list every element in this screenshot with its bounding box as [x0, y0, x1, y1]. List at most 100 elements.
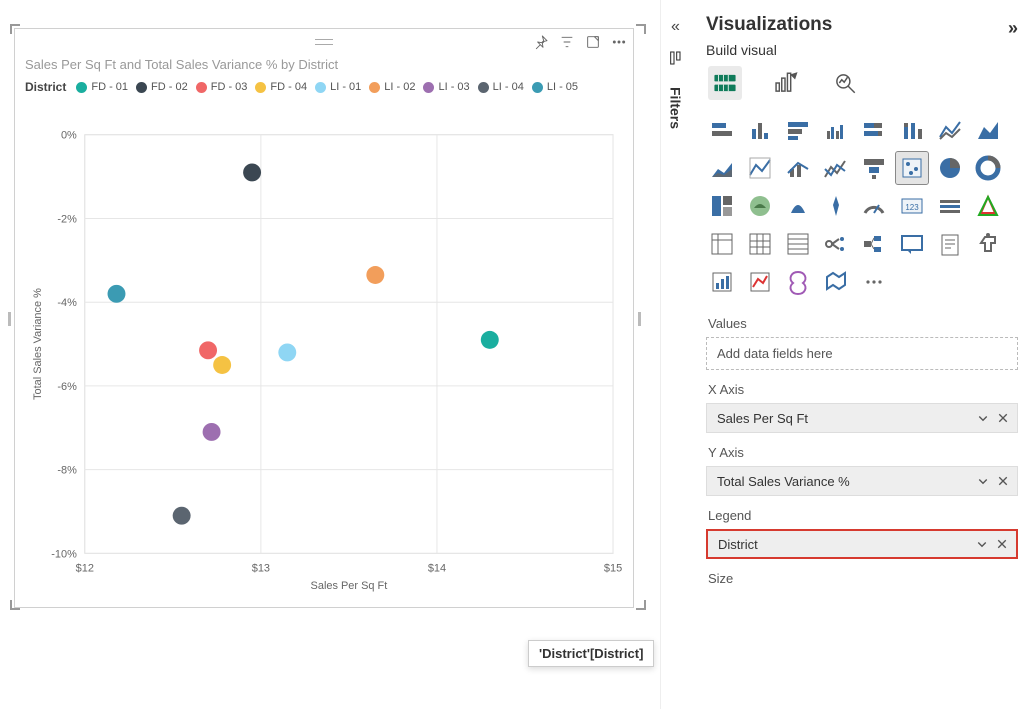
gallery-visual-16[interactable] [706, 190, 738, 222]
gallery-visual-2[interactable] [782, 114, 814, 146]
gallery-visual-22[interactable] [934, 190, 966, 222]
gallery-visual-30[interactable] [934, 228, 966, 260]
legend-item[interactable]: LI - 03 [423, 81, 469, 93]
data-point[interactable] [203, 423, 221, 441]
legend-item[interactable]: LI - 02 [369, 81, 415, 93]
gallery-visual-8[interactable] [706, 152, 738, 184]
gallery-visual-21[interactable]: 123 [896, 190, 928, 222]
data-point[interactable] [481, 331, 499, 349]
legend-item-label: LI - 03 [438, 81, 469, 93]
gallery-visual-3[interactable] [820, 114, 852, 146]
gallery-visual-7[interactable] [972, 114, 1004, 146]
gallery-visual-17[interactable] [744, 190, 776, 222]
legend-label: Legend [708, 508, 1016, 523]
more-options-icon[interactable] [611, 34, 627, 50]
legend-item-label: FD - 04 [270, 81, 307, 93]
legend-swatch [315, 82, 326, 93]
gallery-visual-1[interactable] [744, 114, 776, 146]
analytics-tab[interactable] [828, 66, 862, 100]
filters-collapsed-pane[interactable]: « Filters [660, 0, 690, 709]
gallery-visual-13[interactable] [896, 152, 928, 184]
svg-text:-6%: -6% [57, 381, 77, 393]
data-point[interactable] [366, 266, 384, 284]
chart-visual[interactable]: Sales Per Sq Ft and Total Sales Variance… [14, 28, 634, 608]
values-well[interactable]: Add data fields here [706, 337, 1018, 370]
legend-item[interactable]: FD - 01 [76, 81, 128, 93]
legend-swatch [255, 82, 266, 93]
data-point[interactable] [278, 343, 296, 361]
gallery-visual-25[interactable] [744, 228, 776, 260]
gallery-visual-6[interactable] [934, 114, 966, 146]
gallery-visual-11[interactable] [820, 152, 852, 184]
legend-item[interactable]: FD - 03 [196, 81, 248, 93]
visual-gallery: 123 [706, 114, 1018, 298]
gallery-visual-26[interactable] [782, 228, 814, 260]
legend-swatch [478, 82, 489, 93]
gallery-visual-33[interactable] [744, 266, 776, 298]
gallery-visual-20[interactable] [858, 190, 890, 222]
data-point[interactable] [243, 163, 261, 181]
svg-text:Total Sales Variance %: Total Sales Variance % [32, 288, 44, 400]
legend-title: District [25, 80, 66, 94]
gallery-visual-28[interactable] [858, 228, 890, 260]
chevron-down-icon[interactable] [977, 475, 989, 487]
data-point[interactable] [108, 285, 126, 303]
remove-field-icon[interactable] [997, 475, 1009, 487]
legend-field-chip[interactable]: District [706, 529, 1018, 559]
gallery-visual-18[interactable] [782, 190, 814, 222]
focus-mode-icon[interactable] [585, 34, 601, 50]
chevron-down-icon[interactable] [977, 412, 989, 424]
legend-item[interactable]: LI - 04 [478, 81, 524, 93]
filter-icon[interactable] [559, 34, 575, 50]
yaxis-field-chip[interactable]: Total Sales Variance % [706, 466, 1018, 496]
viz-resize-br[interactable] [636, 600, 646, 610]
gallery-visual-9[interactable] [744, 152, 776, 184]
format-visual-tab[interactable] [768, 66, 802, 100]
viz-resize-left[interactable] [8, 312, 11, 326]
svg-text:Sales Per Sq Ft: Sales Per Sq Ft [311, 580, 388, 592]
xaxis-field-chip[interactable]: Sales Per Sq Ft [706, 403, 1018, 433]
expand-filters-icon[interactable]: « [671, 18, 680, 36]
viz-drag-handle[interactable] [315, 39, 333, 45]
gallery-visual-23[interactable] [972, 190, 1004, 222]
svg-text:$14: $14 [428, 562, 446, 574]
gallery-visual-35[interactable] [820, 266, 852, 298]
remove-field-icon[interactable] [996, 538, 1008, 550]
gallery-visual-34[interactable] [782, 266, 814, 298]
svg-text:123: 123 [905, 203, 919, 212]
gallery-visual-27[interactable] [820, 228, 852, 260]
svg-text:$15: $15 [604, 562, 622, 574]
size-label: Size [708, 571, 1016, 586]
legend-item[interactable]: LI - 01 [315, 81, 361, 93]
gallery-visual-32[interactable] [706, 266, 738, 298]
viz-resize-right[interactable] [638, 312, 641, 326]
gallery-visual-31[interactable] [972, 228, 1004, 260]
data-point[interactable] [199, 341, 217, 359]
gallery-visual-10[interactable] [782, 152, 814, 184]
gallery-visual-14[interactable] [934, 152, 966, 184]
svg-text:-10%: -10% [51, 548, 77, 560]
gallery-visual-24[interactable] [706, 228, 738, 260]
svg-text:$12: $12 [76, 562, 94, 574]
legend-item[interactable]: FD - 04 [255, 81, 307, 93]
collapse-pane-icon[interactable]: » [1008, 18, 1018, 39]
data-point[interactable] [213, 356, 231, 374]
data-point[interactable] [173, 507, 191, 525]
gallery-visual-15[interactable] [972, 152, 1004, 184]
gallery-visual-5[interactable] [896, 114, 928, 146]
gallery-visual-29[interactable] [896, 228, 928, 260]
remove-field-icon[interactable] [997, 412, 1009, 424]
viz-resize-tr[interactable] [636, 24, 646, 34]
legend-item[interactable]: LI - 05 [532, 81, 578, 93]
pin-icon[interactable] [533, 34, 549, 50]
chevron-down-icon[interactable] [976, 538, 988, 550]
legend-item-label: LI - 04 [493, 81, 524, 93]
gallery-visual-36[interactable] [858, 266, 890, 298]
chart-title: Sales Per Sq Ft and Total Sales Variance… [15, 55, 633, 76]
gallery-visual-19[interactable] [820, 190, 852, 222]
build-visual-tab[interactable] [708, 66, 742, 100]
gallery-visual-4[interactable] [858, 114, 890, 146]
gallery-visual-0[interactable] [706, 114, 738, 146]
gallery-visual-12[interactable] [858, 152, 890, 184]
legend-item[interactable]: FD - 02 [136, 81, 188, 93]
